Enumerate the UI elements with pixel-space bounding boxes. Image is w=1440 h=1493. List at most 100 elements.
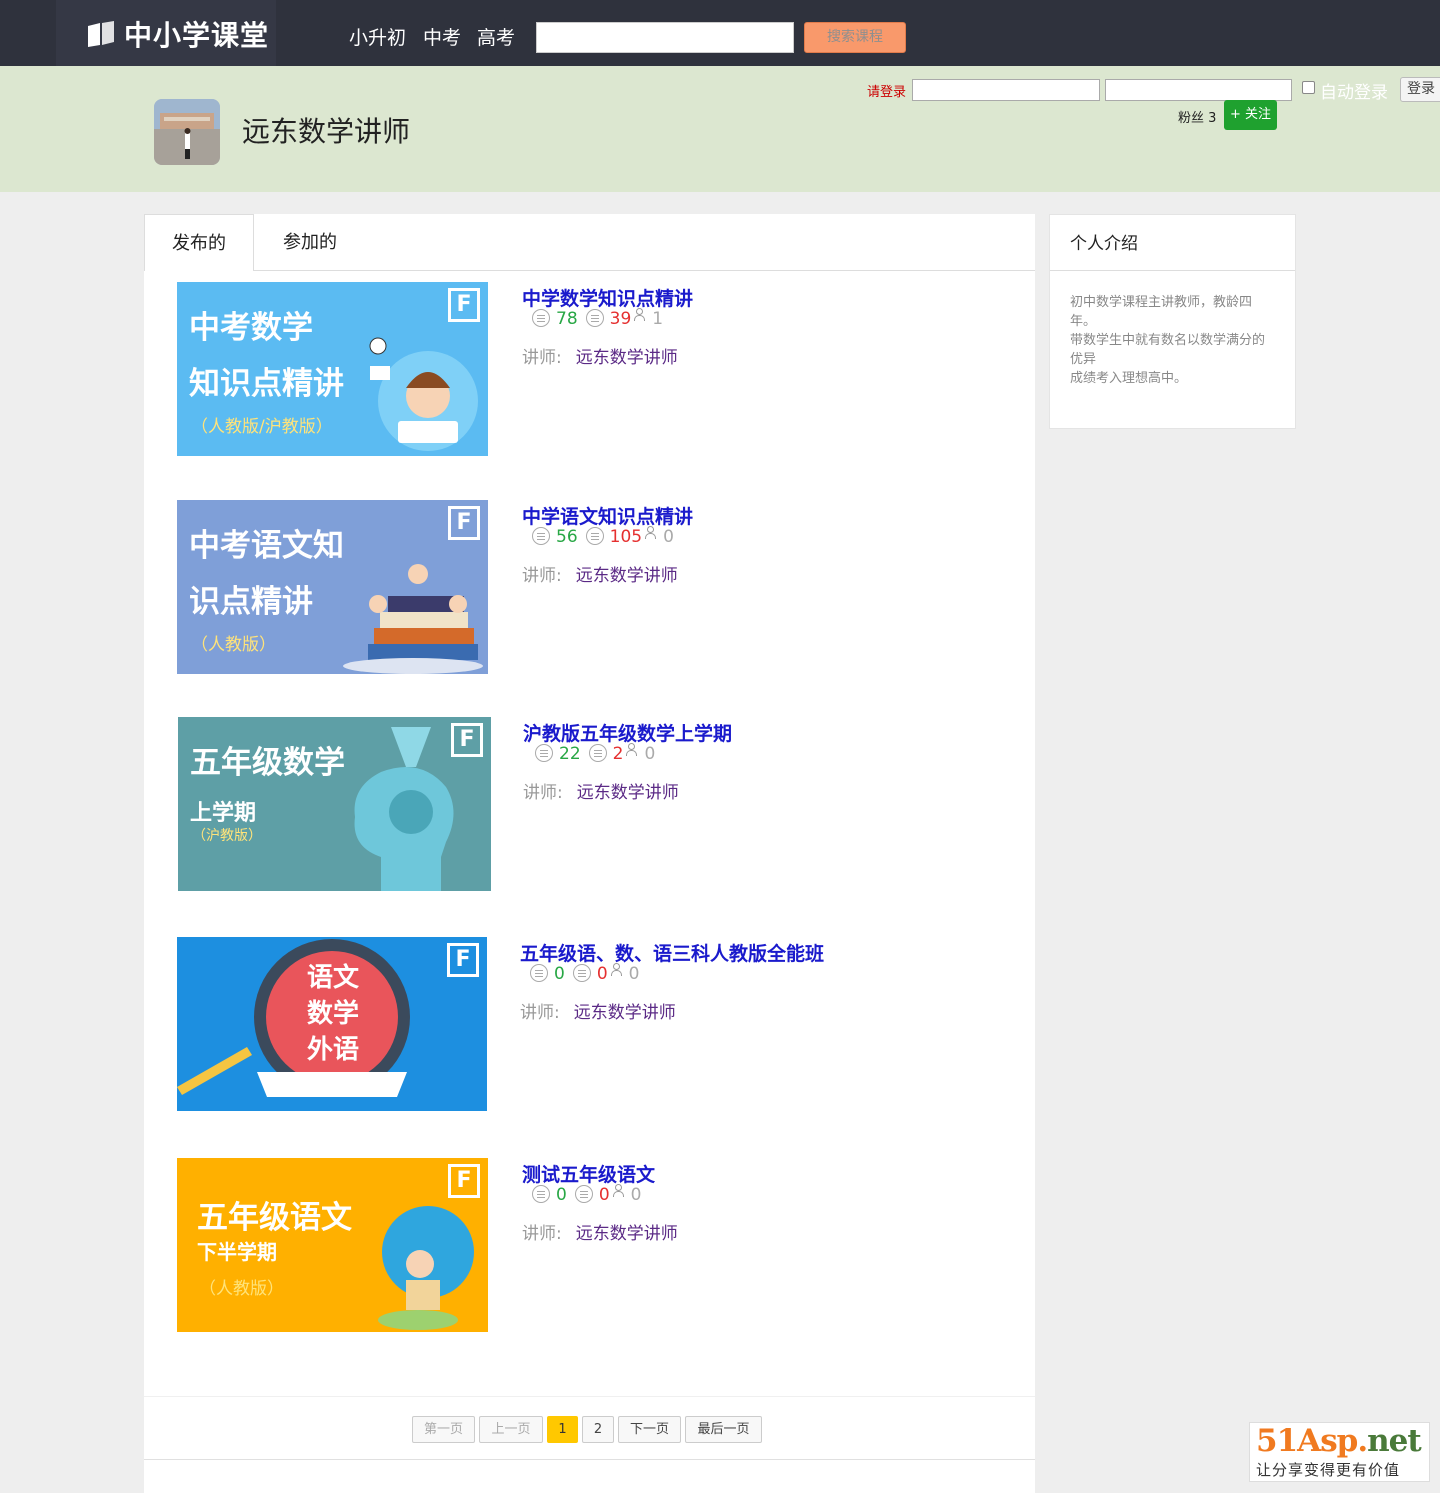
course-title[interactable]: 沪教版五年级数学上学期 (523, 719, 732, 746)
divider (144, 1459, 1035, 1460)
teacher-label: 讲师: (522, 348, 562, 368)
smile-icon (532, 309, 550, 327)
divider (1050, 270, 1295, 271)
course-stats: 000 (530, 963, 639, 984)
watermark-brand-a: 51Asp. (1256, 1423, 1368, 1459)
bad-count: 39 (609, 309, 632, 329)
tab-joined[interactable]: 参加的 (283, 214, 337, 271)
search-button[interactable]: 搜索课程 (804, 22, 906, 53)
course-title[interactable]: 测试五年级语文 (522, 1160, 655, 1187)
pager-first[interactable]: 第一页 (412, 1416, 475, 1443)
pager-last[interactable]: 最后一页 (685, 1416, 762, 1443)
password-field[interactable] (1105, 79, 1292, 101)
tab-published[interactable]: 发布的 (144, 214, 254, 271)
intro-line: 带数学生中就有数名以数学满分的优异 (1070, 333, 1266, 367)
search-input[interactable] (536, 22, 794, 53)
pager-page-1[interactable]: 1 (547, 1416, 578, 1443)
teacher-link[interactable]: 远东数学讲师 (576, 348, 678, 368)
course-teacher: 讲师: 远东数学讲师 (520, 998, 676, 1023)
thumb-title-line1: 中考语文知 (189, 528, 344, 564)
thumb-title-line2: 上学期 (190, 801, 257, 826)
thumb-title-line3: 外语 (307, 1035, 360, 1065)
course-title[interactable]: 中学语文知识点精讲 (522, 502, 693, 529)
teacher-name: 远东数学讲师 (242, 115, 411, 148)
good-count: 0 (554, 964, 565, 984)
nav-link-gaokao[interactable]: 高考 (477, 23, 515, 50)
course-thumbnail[interactable]: 语文 数学 外语 F (177, 937, 487, 1111)
intro-line: 成绩考入理想高中。 (1070, 371, 1188, 386)
pager-page-2[interactable]: 2 (582, 1416, 614, 1443)
site-logo[interactable]: 中小学课堂 (56, 0, 276, 66)
course-stats: 56 105 0 (532, 526, 674, 547)
divider (144, 1396, 1035, 1397)
course-thumbnail[interactable]: 五年级语文 下半学期 （人教版） F (177, 1158, 488, 1332)
pager-prev[interactable]: 上一页 (479, 1416, 543, 1443)
thumb-edition: （人教版/沪教版） (191, 417, 333, 437)
bad-count: 2 (612, 744, 624, 764)
brand-mark-icon: F (448, 288, 480, 322)
login-button[interactable]: 登录 (1400, 77, 1440, 102)
watermark-slogan: 让分享变得更有价值 (1256, 1461, 1401, 1479)
smile-icon (535, 744, 553, 762)
thumb-title-line2: 识点精讲 (189, 584, 313, 620)
course-teacher: 讲师: 远东数学讲师 (522, 343, 678, 368)
good-count: 0 (556, 1185, 567, 1205)
course-item: 五年级数学 上学期 （沪教版） F 沪教版五年级数学上学期 22 2 0 讲师: 远东… (144, 717, 1035, 893)
frown-icon (574, 1185, 593, 1203)
course-item: 五年级语文 下半学期 （人教版） F 测试五年级语文 000 讲师: 远东数学讲师 (144, 1158, 1035, 1334)
person-icon (610, 963, 622, 976)
course-list-panel: 发布的 参加的 中考数学 知识点精讲 （人教版/沪教版） F 中学数学知识点精讲… (144, 214, 1035, 1493)
watermark-brand-b: net (1367, 1423, 1422, 1459)
teacher-label: 讲师: (522, 566, 562, 586)
course-stats: 78 39 1 (532, 308, 664, 329)
bad-count: 105 (609, 527, 643, 547)
teacher-link[interactable]: 远东数学讲师 (576, 566, 678, 586)
thumb-edition: （人教版） (199, 1279, 284, 1299)
avatar-photo (154, 99, 220, 165)
course-teacher: 讲师: 远东数学讲师 (522, 1219, 678, 1244)
brand-mark-icon: F (447, 943, 479, 977)
teacher-link[interactable]: 远东数学讲师 (574, 1003, 676, 1023)
intro-text: 初中数学课程主讲教师，教龄四年。 带数学生中就有数名以数学满分的优异 成绩考入理… (1070, 293, 1276, 388)
logo-text: 中小学课堂 (124, 19, 270, 52)
nav-link-xiaoshengchu[interactable]: 小升初 (349, 23, 406, 50)
auto-login-checkbox[interactable] (1302, 81, 1315, 94)
thumb-title-line1: 语文 (307, 963, 360, 993)
thumb-title-line2: 下半学期 (197, 1240, 277, 1264)
pager-next[interactable]: 下一页 (618, 1416, 681, 1443)
intro-title: 个人介绍 (1070, 234, 1138, 254)
course-title[interactable]: 中学数学知识点精讲 (522, 284, 693, 311)
smile-icon (532, 1185, 550, 1203)
frown-icon (585, 309, 604, 327)
nav-link-zhongkao[interactable]: 中考 (423, 23, 461, 50)
course-thumbnail[interactable]: 中考数学 知识点精讲 （人教版/沪教版） F (177, 282, 488, 456)
teacher-link[interactable]: 远东数学讲师 (577, 783, 679, 803)
intro-line: 初中数学课程主讲教师，教龄四年。 (1070, 295, 1253, 329)
follow-button[interactable]: + 关注 (1224, 100, 1277, 130)
course-title[interactable]: 五年级语、数、语三科人教版全能班 (520, 939, 824, 966)
username-field[interactable] (912, 79, 1100, 101)
avatar (154, 99, 220, 165)
person-icon (644, 526, 657, 539)
course-thumbnail[interactable]: 中考语文知 识点精讲 （人教版） F (177, 500, 488, 674)
thumb-edition: （人教版） (191, 635, 276, 655)
thumb-edition: （沪教版） (192, 828, 262, 844)
teacher-link[interactable]: 远东数学讲师 (576, 1224, 678, 1244)
fans-count: 粉丝 3 (1178, 111, 1217, 126)
pagination: 第一页 上一页 1 2 下一页 最后一页 (412, 1416, 766, 1443)
student-count: 1 (652, 309, 664, 329)
course-thumbnail[interactable]: 五年级数学 上学期 （沪教版） F (178, 717, 491, 891)
thumb-title-line1: 中考数学 (189, 310, 313, 346)
course-stats: 22 2 0 (535, 743, 656, 764)
student-count: 0 (644, 744, 656, 764)
teacher-label: 讲师: (520, 1003, 560, 1023)
book-icon (88, 21, 114, 47)
tab-bar: 发布的 参加的 (144, 214, 1035, 271)
frown-icon (588, 744, 607, 762)
frown-icon (585, 527, 604, 545)
thumb-title-line2: 知识点精讲 (189, 366, 344, 402)
good-count: 22 (559, 744, 581, 764)
thumb-title-line2: 数学 (307, 999, 360, 1029)
good-count: 56 (556, 527, 578, 547)
top-navbar: 中小学课堂 小升初 中考 高考 搜索课程 (0, 0, 1440, 66)
